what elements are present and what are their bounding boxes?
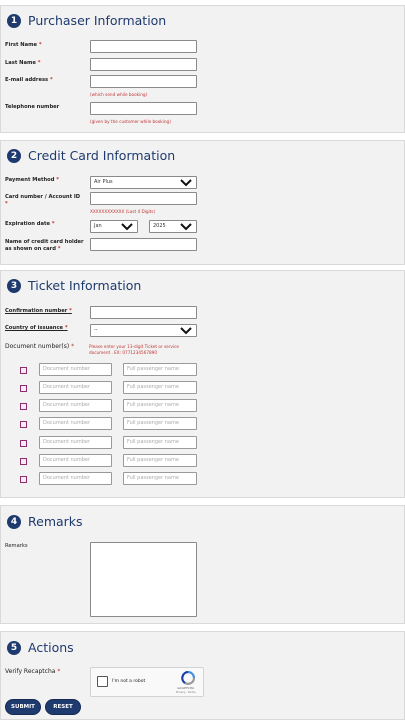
payment-method-value: Air Plus bbox=[94, 179, 113, 185]
section-title: Ticket Information bbox=[28, 278, 142, 293]
reset-button[interactable]: RESET bbox=[45, 699, 81, 715]
recaptcha-widget: I'm not a robot reCAPTCHA Privacy - Term… bbox=[90, 667, 204, 697]
row-checkbox[interactable] bbox=[20, 440, 27, 447]
last-name-input[interactable] bbox=[90, 58, 197, 71]
submit-button[interactable]: SUBMIT bbox=[5, 699, 41, 715]
email-input[interactable] bbox=[90, 75, 197, 88]
credit-card-header: 2 Credit Card Information bbox=[7, 148, 175, 163]
first-name-label: First Name * bbox=[5, 42, 42, 48]
recaptcha-text: I'm not a robot bbox=[112, 679, 146, 684]
phone-input[interactable] bbox=[90, 102, 197, 115]
row-checkbox[interactable] bbox=[20, 367, 27, 374]
passenger-name-input[interactable]: Full passenger name bbox=[123, 399, 197, 412]
confirmation-label: Confirmation number * bbox=[5, 308, 72, 314]
email-label: E-mail address * bbox=[5, 77, 53, 83]
exp-year-value: 2025 bbox=[153, 223, 166, 229]
doc-hint: Please enter your 13-digit Ticket or ser… bbox=[89, 344, 179, 355]
recaptcha-label: Verify Recaptcha * bbox=[5, 668, 61, 675]
exp-year-select[interactable]: 2025 bbox=[149, 220, 197, 233]
row-checkbox[interactable] bbox=[20, 385, 27, 392]
email-hint: (which send while booking) bbox=[90, 92, 148, 97]
card-holder-input[interactable] bbox=[90, 238, 197, 251]
section-title: Credit Card Information bbox=[28, 148, 176, 163]
recaptcha-links[interactable]: Privacy - Terms bbox=[176, 691, 196, 694]
document-number-input[interactable]: Document number bbox=[39, 436, 112, 449]
passenger-name-input[interactable]: Full passenger name bbox=[123, 454, 197, 467]
remarks-textarea[interactable] bbox=[90, 542, 197, 617]
payment-method-select[interactable]: Air Plus bbox=[90, 176, 197, 189]
doc-numbers-label: Document number(s) * bbox=[5, 343, 75, 350]
section-number: 2 bbox=[7, 148, 21, 163]
section-number: 4 bbox=[7, 514, 21, 529]
document-number-input[interactable]: Document number bbox=[39, 381, 112, 394]
row-checkbox[interactable] bbox=[20, 421, 27, 428]
payment-method-label: Payment Method * bbox=[5, 177, 59, 183]
chevron-down-icon bbox=[180, 223, 192, 231]
document-number-input[interactable]: Document number bbox=[39, 399, 112, 412]
section-title: Purchaser Information bbox=[28, 13, 167, 28]
passenger-name-input[interactable]: Full passenger name bbox=[123, 472, 197, 485]
country-select[interactable]: -- bbox=[90, 324, 197, 337]
actions-header: 5 Actions bbox=[7, 640, 74, 655]
phone-hint: (given by the customer while booking) bbox=[90, 119, 171, 124]
card-number-label: Card number / Account ID * bbox=[5, 194, 81, 207]
country-value: -- bbox=[94, 327, 98, 333]
row-checkbox[interactable] bbox=[20, 458, 27, 465]
expiration-label: Expiration date * bbox=[5, 221, 55, 227]
recaptcha-brand: reCAPTCHA bbox=[177, 686, 195, 690]
chevron-down-icon bbox=[121, 223, 133, 231]
row-checkbox[interactable] bbox=[20, 403, 27, 410]
passenger-name-input[interactable]: Full passenger name bbox=[123, 417, 197, 430]
passenger-name-input[interactable]: Full passenger name bbox=[123, 436, 197, 449]
passenger-name-input[interactable]: Full passenger name bbox=[123, 381, 197, 394]
exp-month-value: Jan bbox=[94, 223, 102, 229]
chevron-down-icon bbox=[180, 327, 192, 335]
phone-label: Telephone number bbox=[5, 104, 60, 110]
document-number-input[interactable]: Document number bbox=[39, 472, 112, 485]
purchaser-header: 1 Purchaser Information bbox=[7, 13, 166, 28]
first-name-input[interactable] bbox=[90, 40, 197, 53]
last-name-label: Last Name * bbox=[5, 60, 41, 66]
chevron-down-icon bbox=[180, 179, 192, 187]
card-number-input[interactable] bbox=[90, 192, 197, 205]
ticket-header: 3 Ticket Information bbox=[7, 278, 141, 293]
section-number: 5 bbox=[7, 640, 21, 655]
document-number-input[interactable]: Document number bbox=[39, 363, 112, 376]
card-number-hint: XXXXXXXXXXXX (Last 4 Digits) bbox=[90, 209, 156, 214]
recaptcha-checkbox[interactable] bbox=[97, 676, 108, 687]
remarks-header: 4 Remarks bbox=[7, 514, 83, 529]
document-number-input[interactable]: Document number bbox=[39, 454, 112, 467]
confirmation-input[interactable] bbox=[90, 306, 197, 319]
recaptcha-logo-icon bbox=[181, 671, 195, 685]
section-number: 3 bbox=[7, 278, 21, 293]
section-title: Remarks bbox=[28, 514, 83, 529]
country-label: Country of issuance * bbox=[5, 325, 68, 331]
section-number: 1 bbox=[7, 13, 21, 28]
exp-month-select[interactable]: Jan bbox=[90, 220, 138, 233]
document-number-input[interactable]: Document number bbox=[39, 417, 112, 430]
card-holder-label: Name of credit card holder as shown on ca… bbox=[5, 239, 84, 252]
remarks-label: Remarks bbox=[5, 543, 28, 549]
row-checkbox[interactable] bbox=[20, 476, 27, 483]
section-title: Actions bbox=[28, 640, 74, 655]
passenger-name-input[interactable]: Full passenger name bbox=[123, 363, 197, 376]
